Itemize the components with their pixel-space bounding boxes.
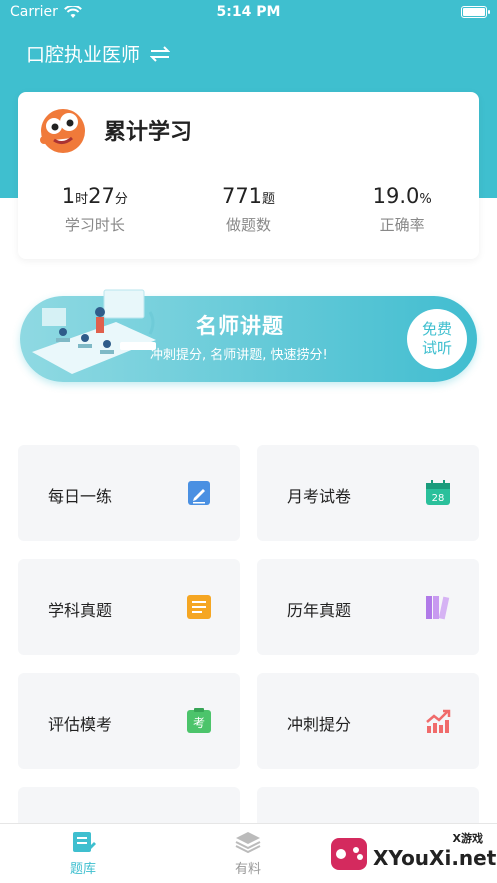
trial-line-2: 试听 bbox=[421, 339, 452, 357]
question-bank-icon bbox=[73, 832, 96, 852]
svg-text:考: 考 bbox=[193, 716, 205, 730]
stat-study-time: 1时27分 学习时长 bbox=[18, 184, 172, 235]
svg-text:28: 28 bbox=[432, 493, 445, 504]
trend-up-icon bbox=[426, 709, 451, 733]
study-time-value: 1时27分 bbox=[61, 184, 128, 208]
watermark: XYouXi.net X游戏 bbox=[323, 828, 497, 880]
watermark-small: X游戏 bbox=[452, 832, 483, 845]
question-count-label: 做题数 bbox=[226, 216, 272, 234]
tab-label: 有料 bbox=[234, 862, 261, 877]
banner-title: 名师讲题 bbox=[196, 314, 284, 338]
tile-label: 学科真题 bbox=[48, 601, 113, 620]
tab-content[interactable]: 有料 bbox=[208, 830, 288, 877]
free-trial-button[interactable]: 免费 试听 bbox=[407, 309, 467, 369]
tile-label: 评估模考 bbox=[48, 715, 113, 734]
tile-label: 冲刺提分 bbox=[287, 715, 352, 734]
tab-label: 题库 bbox=[69, 862, 96, 877]
battery-icon bbox=[461, 6, 490, 18]
tile-mock-exam[interactable]: 评估模考 考 bbox=[18, 673, 240, 769]
swap-icon bbox=[150, 45, 171, 62]
calendar-icon: 28 bbox=[426, 480, 450, 505]
stats-row: 1时27分 学习时长 771题 做题数 19.0% 正确率 bbox=[18, 184, 479, 235]
app-screen: Carrier 5:14 PM 口腔执业医师 累计学习 1时27分 学习时长 7… bbox=[0, 0, 497, 883]
study-time-label: 学习时长 bbox=[64, 216, 125, 234]
exam-icon: 考 bbox=[187, 708, 211, 733]
books-icon bbox=[426, 596, 450, 620]
mascot-avatar bbox=[36, 102, 90, 156]
status-bar: Carrier 5:14 PM bbox=[0, 0, 497, 24]
lecture-banner[interactable]: 名师讲题 冲刺提分, 名师讲题, 快速捞分! 免费 试听 bbox=[20, 289, 477, 382]
tab-question-bank[interactable]: 题库 bbox=[43, 830, 123, 877]
study-summary-card: 累计学习 1时27分 学习时长 771题 做题数 19.0% 正确率 bbox=[18, 92, 479, 259]
edit-note-icon bbox=[188, 481, 210, 505]
subject-title: 口腔执业医师 bbox=[26, 44, 141, 66]
gamepad-logo-icon bbox=[331, 838, 367, 870]
summary-title: 累计学习 bbox=[104, 120, 193, 145]
layers-icon bbox=[235, 832, 261, 854]
banner-subtitle: 冲刺提分, 名师讲题, 快速捞分! bbox=[150, 348, 328, 363]
tile-past-exams[interactable]: 历年真题 bbox=[257, 559, 479, 655]
accuracy-value: 19.0% bbox=[372, 184, 432, 208]
stat-question-count: 771题 做题数 bbox=[172, 184, 326, 235]
watermark-brand: XYouXi.net bbox=[373, 846, 497, 870]
clock: 5:14 PM bbox=[216, 4, 281, 20]
stat-accuracy: 19.0% 正确率 bbox=[325, 184, 479, 235]
trial-line-1: 免费 bbox=[421, 320, 452, 338]
classroom-illustration bbox=[32, 289, 156, 374]
tile-label: 历年真题 bbox=[287, 601, 352, 620]
accuracy-label: 正确率 bbox=[379, 216, 425, 234]
tile-label: 每日一练 bbox=[48, 487, 113, 506]
question-count-value: 771题 bbox=[221, 184, 276, 208]
tile-monthly-exam[interactable]: 月考试卷 28 bbox=[257, 445, 479, 541]
tile-label: 月考试卷 bbox=[287, 487, 352, 506]
notepad-icon bbox=[187, 595, 211, 619]
tile-daily-practice[interactable]: 每日一练 bbox=[18, 445, 240, 541]
tile-sprint-boost[interactable]: 冲刺提分 bbox=[257, 673, 479, 769]
practice-grid: 每日一练 月考试卷 28 学科真题 历年真题 评估模考 考 冲刺提分 bbox=[0, 416, 497, 836]
subject-switcher[interactable]: 口腔执业医师 bbox=[26, 40, 171, 67]
tile-subject-exams[interactable]: 学科真题 bbox=[18, 559, 240, 655]
